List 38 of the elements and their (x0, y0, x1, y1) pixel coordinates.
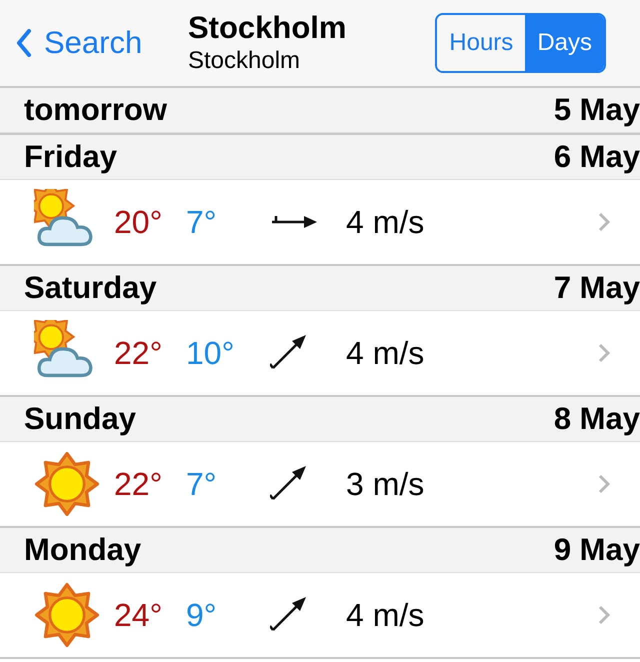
wind-arrow-icon (270, 466, 306, 502)
chevron-right-icon (598, 212, 610, 232)
chevron-right-icon (598, 605, 610, 625)
date-label: 9 May (554, 532, 640, 568)
forecast-row[interactable]: 24° 9° 4 m/s (0, 573, 640, 659)
wind-speed: 4 m/s (346, 596, 424, 634)
high-temperature: 22° (114, 334, 164, 372)
nav-subtitle: Stockholm (188, 46, 302, 76)
segment-tab[interactable]: Days (525, 15, 604, 71)
low-temperature: 9° (186, 596, 218, 634)
sun-icon (34, 582, 100, 648)
low-temperature: 7° (186, 204, 218, 240)
day-label: Friday (24, 139, 118, 175)
date-label: 5 May (554, 92, 640, 128)
nav-title: Stockholm (188, 10, 346, 46)
date-label: 7 May (554, 270, 640, 306)
sun-icon (34, 451, 100, 517)
date-label: 6 May (554, 139, 640, 175)
wind-arrow-icon (270, 215, 318, 229)
high-temperature: 24° (114, 596, 164, 634)
low-temperature: 7° (186, 466, 218, 502)
low-temperature: 10° (186, 334, 236, 372)
wind-speed: 3 m/s (346, 466, 424, 502)
date-label: 8 May (554, 401, 640, 437)
back-chevron-icon (16, 29, 32, 57)
wind-speed: 4 m/s (346, 204, 424, 240)
high-temperature: 22° (114, 466, 164, 502)
day-label: tomorrow (24, 92, 167, 128)
chevron-right-icon (598, 343, 610, 363)
wind-arrow-icon (270, 335, 306, 371)
high-temperature: 20° (114, 204, 164, 240)
wind-arrow-icon (270, 597, 306, 633)
day-label: Sunday (24, 401, 136, 437)
wind-speed: 4 m/s (346, 334, 424, 372)
day-label: Monday (24, 532, 142, 568)
chevron-right-icon (598, 474, 610, 494)
day-label: Saturday (24, 270, 157, 306)
back-button[interactable]: Search (16, 25, 188, 61)
